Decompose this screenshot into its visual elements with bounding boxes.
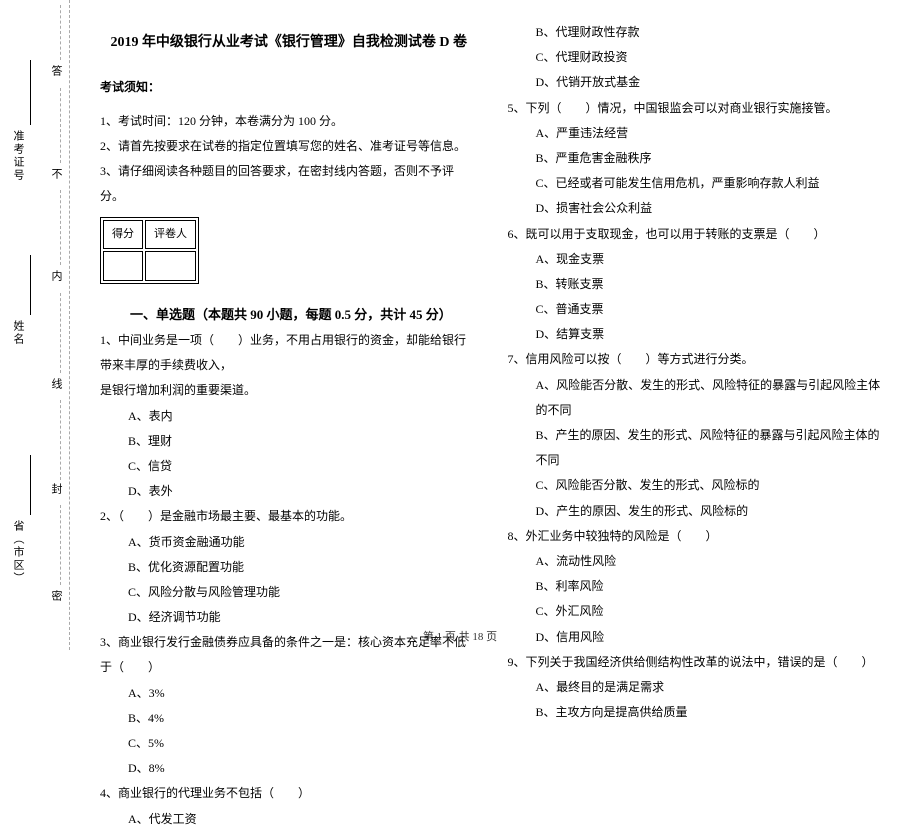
name-line — [30, 255, 31, 315]
q1-a[interactable]: A、表内 — [100, 404, 478, 429]
dash2 — [60, 400, 61, 480]
q1-d[interactable]: D、表外 — [100, 479, 478, 504]
q7-c[interactable]: C、风险能否分散、发生的形式、风险标的 — [508, 473, 886, 498]
score-cell[interactable] — [103, 251, 143, 280]
mark-seal: 密 — [48, 590, 64, 607]
q5-b[interactable]: B、严重危害金融秩序 — [508, 146, 886, 171]
mark-fold: 封 — [48, 483, 64, 500]
q1-c[interactable]: C、信贷 — [100, 454, 478, 479]
q6-c[interactable]: C、普通支票 — [508, 297, 886, 322]
notice-header: 考试须知： — [100, 75, 478, 100]
q9-a[interactable]: A、最终目的是满足需求 — [508, 675, 886, 700]
q2-stem: 2、（ ）是金融市场最主要、最基本的功能。 — [100, 504, 478, 529]
side-labels: 省（市区） 姓名 准考证号 密 封 线 内 不 答 题 — [0, 0, 70, 650]
q6-d[interactable]: D、结算支票 — [508, 322, 886, 347]
q3-a[interactable]: A、3% — [100, 681, 478, 706]
dash4 — [60, 190, 61, 265]
mark-in: 内 — [48, 270, 64, 287]
q3-d[interactable]: D、8% — [100, 756, 478, 781]
dash3 — [60, 293, 61, 373]
notice-1: 1、考试时间：120 分钟，本卷满分为 100 分。 — [100, 109, 478, 134]
q4-b[interactable]: B、代理财政性存款 — [508, 20, 886, 45]
q7-a[interactable]: A、风险能否分散、发生的形式、风险特征的暴露与引起风险主体的不同 — [508, 373, 886, 423]
score-label: 得分 — [103, 220, 143, 249]
marker-cell[interactable] — [145, 251, 196, 280]
q4-d[interactable]: D、代销开放式基金 — [508, 70, 886, 95]
q2-d[interactable]: D、经济调节功能 — [100, 605, 478, 630]
q2-a[interactable]: A、货币资金融通功能 — [100, 530, 478, 555]
mark-que: 题 — [48, 0, 64, 2]
column-left: 2019 年中级银行从业考试《银行管理》自我检测试卷 D 卷 考试须知： 1、考… — [85, 20, 493, 630]
q8-a[interactable]: A、流动性风险 — [508, 549, 886, 574]
q7-b[interactable]: B、产生的原因、发生的形式、风险特征的暴露与引起风险主体的不同 — [508, 423, 886, 473]
q5-stem: 5、下列（ ）情况，中国银监会可以对商业银行实施接管。 — [508, 96, 886, 121]
score-section-row: 得分 评卷人 一、单选题（本题共 90 小题，每题 0.5 分，共计 45 分） — [100, 209, 478, 328]
ticket-line — [30, 60, 31, 125]
q7-d[interactable]: D、产生的原因、发生的形式、风险标的 — [508, 499, 886, 524]
q4-a[interactable]: A、代发工资 — [100, 807, 478, 832]
loc-line — [30, 455, 31, 515]
mark-ans: 答 — [48, 65, 64, 82]
ticket-label: 准考证号 — [10, 130, 26, 182]
q1-stem2: 是银行增加利润的重要渠道。 — [100, 378, 478, 403]
notice-2: 2、请首先按要求在试卷的指定位置填写您的姓名、准考证号等信息。 — [100, 134, 478, 159]
page-body: 2019 年中级银行从业考试《银行管理》自我检测试卷 D 卷 考试须知： 1、考… — [85, 20, 900, 630]
q8-c[interactable]: C、外汇风险 — [508, 599, 886, 624]
q6-a[interactable]: A、现金支票 — [508, 247, 886, 272]
q8-stem: 8、外汇业务中较独特的风险是（ ） — [508, 524, 886, 549]
q9-stem: 9、下列关于我国经济供给侧结构性改革的说法中，错误的是（ ） — [508, 650, 886, 675]
q3-c[interactable]: C、5% — [100, 731, 478, 756]
dash5 — [60, 88, 61, 163]
q2-b[interactable]: B、优化资源配置功能 — [100, 555, 478, 580]
q3-b[interactable]: B、4% — [100, 706, 478, 731]
q5-c[interactable]: C、已经或者可能发生信用危机，严重影响存款人利益 — [508, 171, 886, 196]
q2-c[interactable]: C、风险分散与风险管理功能 — [100, 580, 478, 605]
mark-no: 不 — [48, 168, 64, 185]
exam-title: 2019 年中级银行从业考试《银行管理》自我检测试卷 D 卷 — [100, 28, 478, 57]
column-right: B、代理财政性存款 C、代理财政投资 D、代销开放式基金 5、下列（ ）情况，中… — [493, 20, 901, 630]
loc-label: 省（市区） — [10, 520, 26, 585]
q4-stem: 4、商业银行的代理业务不包括（ ） — [100, 781, 478, 806]
dash1 — [60, 505, 61, 585]
notice-3: 3、请仔细阅读各种题目的回答要求，在密封线内答题，否则不予评分。 — [100, 159, 478, 209]
q5-d[interactable]: D、损害社会公众利益 — [508, 196, 886, 221]
section-1-title: 一、单选题（本题共 90 小题，每题 0.5 分，共计 45 分） — [130, 301, 452, 328]
q9-b[interactable]: B、主攻方向是提高供给质量 — [508, 700, 886, 725]
q8-b[interactable]: B、利率风险 — [508, 574, 886, 599]
q6-stem: 6、既可以用于支取现金，也可以用于转账的支票是（ ） — [508, 222, 886, 247]
q1-b[interactable]: B、理财 — [100, 429, 478, 454]
dash6 — [60, 5, 61, 60]
mark-line: 线 — [48, 378, 64, 395]
q7-stem: 7、信用风险可以按（ ）等方式进行分类。 — [508, 347, 886, 372]
score-box: 得分 评卷人 — [100, 217, 199, 283]
q1-stem: 1、中间业务是一项（ ）业务，不用占用银行的资金，却能给银行带来丰厚的手续费收入… — [100, 328, 478, 378]
q6-b[interactable]: B、转账支票 — [508, 272, 886, 297]
q5-a[interactable]: A、严重违法经营 — [508, 121, 886, 146]
page-footer: 第 1 页 共 18 页 — [0, 628, 920, 644]
name-label: 姓名 — [10, 320, 26, 346]
q4-c[interactable]: C、代理财政投资 — [508, 45, 886, 70]
marker-label: 评卷人 — [145, 220, 196, 249]
